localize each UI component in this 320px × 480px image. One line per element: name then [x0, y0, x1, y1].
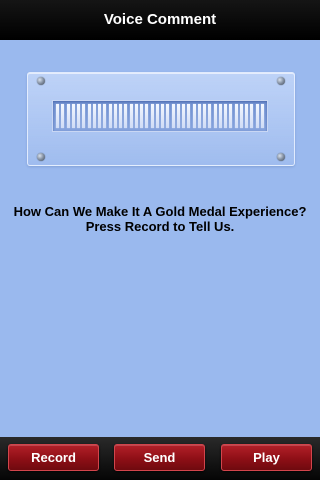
- level-segment: [98, 104, 101, 128]
- level-segment: [119, 104, 122, 128]
- level-segment: [155, 104, 159, 128]
- level-segment: [176, 104, 180, 128]
- level-segment: [134, 104, 138, 128]
- level-segment: [239, 104, 243, 128]
- main-content: How Can We Make It A Gold Medal Experien…: [0, 40, 320, 437]
- level-segment: [150, 104, 154, 128]
- send-button[interactable]: Send: [114, 444, 205, 471]
- level-segment: [250, 104, 254, 128]
- level-segment: [108, 104, 112, 128]
- level-segment: [203, 104, 206, 128]
- level-segment: [255, 104, 259, 128]
- bottom-toolbar: Record Send Play: [0, 437, 320, 480]
- level-segment: [71, 104, 75, 128]
- level-segment: [182, 104, 185, 128]
- level-segment: [66, 104, 70, 128]
- level-segment: [197, 104, 201, 128]
- level-segment: [166, 104, 170, 128]
- level-segment: [213, 104, 217, 128]
- level-segment: [140, 104, 143, 128]
- record-button[interactable]: Record: [8, 444, 99, 471]
- level-segment: [113, 104, 117, 128]
- record-prompt: How Can We Make It A Gold Medal Experien…: [0, 204, 320, 234]
- level-segment: [103, 104, 107, 128]
- page-title: Voice Comment: [103, 10, 217, 28]
- level-segment: [82, 104, 86, 128]
- prompt-line-1: How Can We Make It A Gold Medal Experien…: [13, 204, 307, 219]
- level-segment: [229, 104, 233, 128]
- level-segment: [224, 104, 227, 128]
- level-segment: [87, 104, 91, 128]
- level-segment: [161, 104, 164, 128]
- level-segment: [77, 104, 80, 128]
- level-segment: [92, 104, 96, 128]
- level-segment: [208, 104, 212, 128]
- level-segment: [171, 104, 175, 128]
- level-segment: [218, 104, 222, 128]
- screw-icon: [277, 153, 285, 161]
- prompt-line-2: Press Record to Tell Us.: [85, 219, 235, 234]
- screw-icon: [37, 153, 45, 161]
- level-segment: [260, 104, 264, 128]
- screw-icon: [277, 77, 285, 85]
- level-segment: [187, 104, 191, 128]
- level-segment: [192, 104, 196, 128]
- level-segment: [234, 104, 238, 128]
- screw-icon: [37, 77, 45, 85]
- level-segment: [145, 104, 149, 128]
- audio-level-meter: [27, 72, 295, 166]
- level-segment: [124, 104, 128, 128]
- play-button[interactable]: Play: [221, 444, 312, 471]
- level-segment: [129, 104, 133, 128]
- level-meter-display: [52, 100, 268, 132]
- level-segment: [61, 104, 65, 128]
- level-segment: [245, 104, 248, 128]
- level-segment: [56, 104, 59, 128]
- title-bar: Voice Comment: [0, 0, 320, 40]
